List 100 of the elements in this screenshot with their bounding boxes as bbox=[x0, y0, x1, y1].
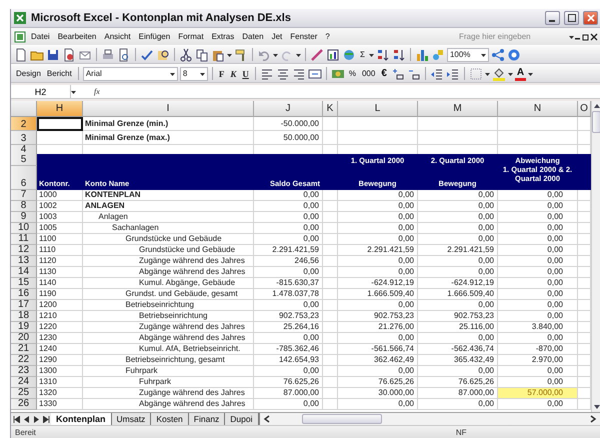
maximize-button[interactable] bbox=[564, 11, 579, 25]
row-number[interactable]: 11 bbox=[11, 234, 37, 245]
row-number[interactable]: 24 bbox=[11, 377, 37, 388]
scroll-left-icon[interactable] bbox=[262, 414, 272, 424]
sheet-tab[interactable]: Dupoi bbox=[225, 413, 259, 425]
increase-decimal-icon[interactable] bbox=[390, 66, 405, 80]
align-right-icon[interactable] bbox=[292, 66, 306, 80]
scrollbar-thumb[interactable] bbox=[592, 111, 600, 133]
sort-descending-icon[interactable] bbox=[392, 48, 406, 62]
font-field[interactable]: Arial bbox=[86, 69, 102, 78]
hyperlink-icon[interactable] bbox=[310, 48, 324, 62]
save-icon[interactable] bbox=[46, 48, 60, 62]
new-document-icon[interactable] bbox=[14, 48, 28, 62]
toolbar-button[interactable]: Design bbox=[14, 66, 43, 81]
row-number[interactable]: 23 bbox=[11, 366, 37, 377]
italic-button[interactable]: K bbox=[228, 66, 238, 81]
research-icon[interactable] bbox=[156, 48, 170, 62]
row-number[interactable]: 3 bbox=[11, 131, 37, 145]
column-header[interactable]: M bbox=[418, 101, 498, 117]
menu-item[interactable]: Extras bbox=[208, 30, 238, 44]
print-icon[interactable] bbox=[101, 48, 115, 62]
row-number[interactable]: 7 bbox=[11, 190, 37, 201]
spellcheck-icon[interactable] bbox=[140, 48, 154, 62]
row-number[interactable]: 9 bbox=[11, 212, 37, 223]
row-number[interactable]: 12 bbox=[11, 245, 37, 256]
menu-item[interactable]: Jet bbox=[268, 30, 286, 44]
row-number[interactable]: 5 bbox=[11, 154, 37, 166]
decrease-indent-icon[interactable] bbox=[430, 66, 444, 80]
row-number[interactable]: 20 bbox=[11, 333, 37, 344]
column-header[interactable]: I bbox=[83, 101, 254, 117]
row-number[interactable]: 19 bbox=[11, 322, 37, 333]
thousands-button[interactable]: 000 bbox=[360, 66, 378, 81]
row-number[interactable]: 8 bbox=[11, 201, 37, 212]
font-size-field[interactable]: 8 bbox=[182, 69, 188, 78]
bold-button[interactable]: F bbox=[216, 66, 226, 81]
row-number[interactable]: 17 bbox=[11, 300, 37, 311]
help-icon[interactable] bbox=[506, 48, 521, 62]
menu-item[interactable]: Einfügen bbox=[134, 30, 174, 44]
row-number[interactable]: 21 bbox=[11, 344, 37, 355]
row-number[interactable]: 15 bbox=[11, 278, 37, 289]
table-cell[interactable] bbox=[37, 117, 83, 131]
underline-button[interactable]: U bbox=[240, 66, 251, 81]
permission-icon[interactable] bbox=[62, 48, 76, 62]
percent-button[interactable]: % bbox=[346, 66, 358, 81]
close-button[interactable] bbox=[583, 11, 598, 25]
row-number[interactable]: 25 bbox=[11, 388, 37, 399]
spreadsheet-icon[interactable] bbox=[13, 11, 27, 25]
menu-item[interactable]: Daten bbox=[238, 30, 268, 44]
row-number[interactable]: 22 bbox=[11, 355, 37, 366]
last-sheet-button[interactable] bbox=[41, 413, 51, 425]
sort-ascending-icon[interactable] bbox=[376, 48, 390, 62]
row-number[interactable]: 10 bbox=[11, 223, 37, 234]
chart-wizard-icon[interactable] bbox=[326, 48, 340, 62]
bar-chart-icon[interactable] bbox=[414, 48, 429, 62]
menu-item[interactable]: Datei bbox=[27, 30, 54, 44]
help-search-field[interactable]: Frage hier eingeben bbox=[457, 30, 569, 43]
column-header[interactable]: K bbox=[323, 101, 338, 117]
sheet-tab[interactable]: Umsatz bbox=[112, 413, 152, 425]
fill-color-icon[interactable] bbox=[492, 66, 506, 80]
merge-cells-icon[interactable] bbox=[308, 66, 322, 80]
euro-button[interactable]: € bbox=[379, 66, 389, 81]
column-header[interactable]: N bbox=[498, 101, 578, 117]
scroll-right-icon[interactable] bbox=[588, 414, 598, 424]
row-number[interactable]: 2 bbox=[11, 117, 37, 131]
row-number[interactable]: 18 bbox=[11, 311, 37, 322]
menu-item[interactable]: Fenster bbox=[286, 30, 322, 44]
restore-icon[interactable] bbox=[582, 32, 590, 42]
increase-indent-icon[interactable] bbox=[446, 66, 460, 80]
drawing-icon[interactable] bbox=[430, 48, 445, 62]
print-preview-icon[interactable] bbox=[117, 48, 131, 62]
menu-item[interactable]: Ansicht bbox=[100, 30, 135, 44]
copy-icon[interactable] bbox=[195, 48, 209, 62]
align-center-icon[interactable] bbox=[276, 66, 290, 80]
menu-item[interactable]: Format bbox=[174, 30, 208, 44]
menu-item[interactable]: ? bbox=[321, 30, 334, 44]
menu-item[interactable]: Bearbeiten bbox=[54, 30, 100, 44]
column-header[interactable]: J bbox=[254, 101, 323, 117]
column-header[interactable]: H bbox=[37, 101, 83, 117]
row-number[interactable]: 13 bbox=[11, 256, 37, 267]
scrollbar-thumb[interactable] bbox=[302, 414, 382, 424]
function-label[interactable]: fx bbox=[94, 87, 100, 96]
minimize-button[interactable] bbox=[545, 11, 560, 25]
sheet-tab[interactable]: Finanz bbox=[188, 413, 226, 425]
workbook-icon[interactable] bbox=[13, 30, 27, 44]
align-left-icon[interactable] bbox=[260, 66, 274, 80]
row-number[interactable]: 26 bbox=[11, 399, 37, 410]
toolbar-button[interactable]: Bericht bbox=[44, 66, 74, 81]
sheet-tab[interactable]: Kontenplan bbox=[51, 413, 112, 425]
sheet-tab[interactable]: Kosten bbox=[151, 413, 189, 425]
column-header[interactable]: O bbox=[578, 101, 591, 117]
font-color-button[interactable]: A bbox=[514, 66, 526, 80]
row-number[interactable]: 14 bbox=[11, 267, 37, 278]
autosum-button[interactable]: Σ bbox=[358, 47, 367, 62]
column-header[interactable]: L bbox=[338, 101, 418, 117]
share-icon[interactable] bbox=[490, 48, 505, 62]
cut-icon[interactable] bbox=[179, 48, 193, 62]
row-number[interactable]: 6 bbox=[11, 166, 37, 190]
row-number[interactable]: 16 bbox=[11, 289, 37, 300]
first-sheet-button[interactable] bbox=[11, 413, 21, 425]
close-icon[interactable] bbox=[590, 32, 598, 42]
